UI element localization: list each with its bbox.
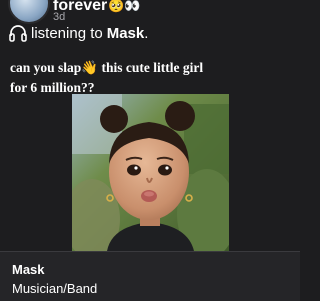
listening-prefix: listening to xyxy=(31,24,103,42)
post-text-part1: can you slap xyxy=(10,60,82,75)
avatar[interactable] xyxy=(8,0,50,24)
username[interactable]: forever🥺👀 xyxy=(53,0,141,15)
girl-photo-illustration xyxy=(72,94,229,251)
card-title: Mask xyxy=(12,262,45,277)
card-subtitle: Musician/Band xyxy=(12,281,98,296)
headphones-icon xyxy=(9,25,27,42)
post-text: can you slap👋 this cute little girl for … xyxy=(10,58,292,97)
listening-artist-link[interactable]: Mask xyxy=(107,25,145,42)
timestamp: 3d xyxy=(53,11,66,23)
post-photo[interactable] xyxy=(72,94,229,251)
listening-suffix: . xyxy=(144,24,149,42)
waving-hand-emoji: 👋 xyxy=(81,60,99,76)
post-text-line2: for 6 million?? xyxy=(10,80,95,95)
artist-card[interactable]: Mask Musician/Band xyxy=(0,251,300,301)
username-emoji: 🥺👀 xyxy=(108,0,141,13)
post-text-part2: this cute little girl xyxy=(98,60,204,75)
listening-status: listening to Mask. xyxy=(8,23,148,43)
